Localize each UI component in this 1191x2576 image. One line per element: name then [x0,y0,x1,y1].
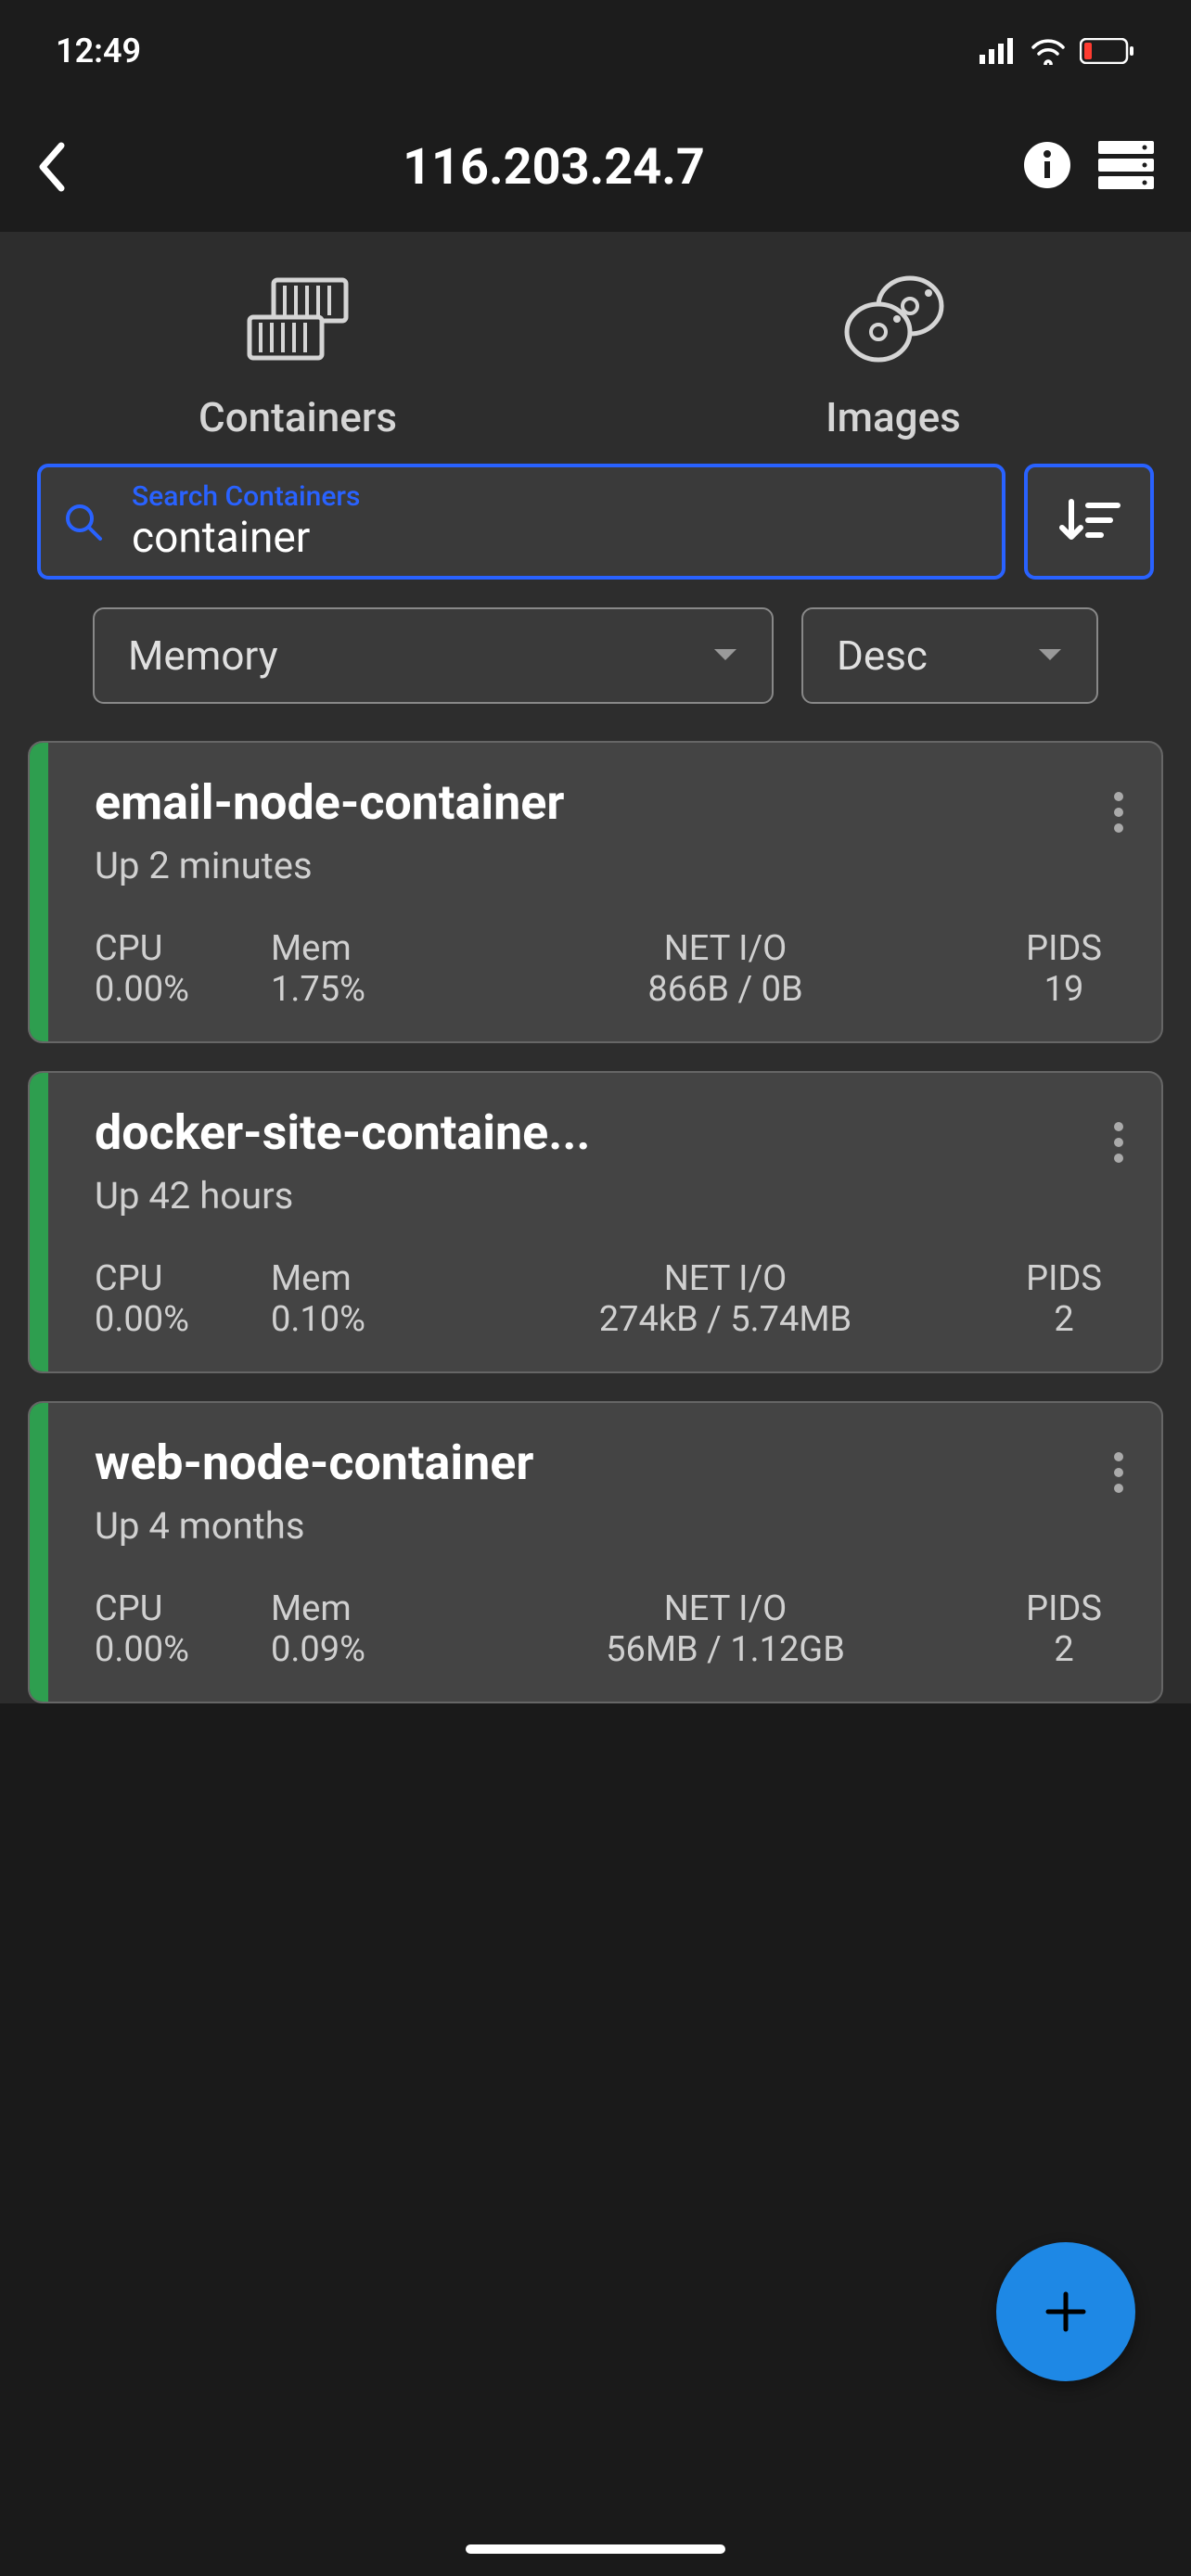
container-card[interactable]: web-node-container Up 4 months CPU0.00% … [28,1401,1163,1703]
stat-cpu-label: CPU [95,1258,162,1299]
container-name: email-node-container [95,774,976,831]
tab-containers[interactable]: Containers [0,250,596,464]
stat-mem-value: 1.75% [271,969,365,1010]
tab-bar: Containers Images [0,250,1191,464]
stat-pids-value: 19 [1044,969,1084,1010]
stat-net-label: NET I/O [664,928,788,969]
stat-cpu-label: CPU [95,1588,162,1629]
page-title: 116.203.24.7 [83,138,1024,197]
stat-net-value: 866B / 0B [647,969,802,1010]
home-indicator[interactable] [466,2544,725,2554]
container-status: Up 2 minutes [95,844,1124,887]
sort-field-dropdown[interactable]: Memory [93,607,774,704]
stat-pids-value: 2 [1054,1299,1073,1340]
search-label: Search Containers [132,480,980,513]
stat-pids-label: PIDS [1026,1588,1102,1629]
tab-images[interactable]: Images [596,250,1191,464]
signal-icon [980,38,1017,64]
header-bar: 116.203.24.7 [0,102,1191,232]
stat-pids-label: PIDS [1026,928,1102,969]
server-button[interactable] [1098,141,1154,193]
stat-pids-label: PIDS [1026,1258,1102,1299]
server-icon [1098,141,1154,189]
stat-mem-value: 0.09% [271,1629,365,1670]
stat-cpu-value: 0.00% [95,969,189,1010]
card-menu-button[interactable] [1113,1449,1124,1499]
images-icon [838,273,949,365]
sort-field-value: Memory [128,631,278,680]
tab-containers-label: Containers [198,393,397,441]
stat-cpu-value: 0.00% [95,1629,189,1670]
battery-icon [1080,38,1135,64]
sort-icon [1057,494,1121,550]
chevron-left-icon [37,142,67,192]
container-name: docker-site-containe... [95,1104,976,1161]
container-name: web-node-container [95,1435,976,1491]
info-icon [1024,142,1070,188]
card-menu-button[interactable] [1113,1119,1124,1169]
container-status: Up 42 hours [95,1174,1124,1218]
container-card[interactable]: docker-site-containe... Up 42 hours CPU0… [28,1071,1163,1373]
more-vertical-icon [1113,1449,1124,1496]
stat-cpu-value: 0.00% [95,1299,189,1340]
stat-cpu-label: CPU [95,928,162,969]
chevron-down-icon [1037,647,1063,664]
container-status: Up 4 months [95,1504,1124,1548]
stat-net-label: NET I/O [664,1588,788,1629]
wifi-icon [1030,37,1067,65]
stat-mem-label: Mem [271,1588,352,1629]
stat-net-label: NET I/O [664,1258,788,1299]
chevron-down-icon [712,647,738,664]
add-button[interactable] [996,2242,1135,2381]
info-button[interactable] [1024,142,1070,192]
stat-mem-value: 0.10% [271,1299,365,1340]
status-stripe [30,743,48,1041]
search-input[interactable]: Search Containers container [37,464,1005,580]
stat-net-value: 274kB / 5.74MB [599,1299,852,1340]
containers-icon [242,273,353,365]
back-button[interactable] [37,142,83,192]
sort-order-dropdown[interactable]: Desc [801,607,1098,704]
tab-images-label: Images [826,393,961,441]
sort-order-value: Desc [837,631,928,680]
stat-mem-label: Mem [271,928,352,969]
stat-pids-value: 2 [1054,1629,1073,1670]
card-menu-button[interactable] [1113,789,1124,839]
container-card[interactable]: email-node-container Up 2 minutes CPU0.0… [28,741,1163,1043]
status-bar: 12:49 [0,0,1191,102]
more-vertical-icon [1113,789,1124,835]
stat-net-value: 56MB / 1.12GB [606,1629,845,1670]
status-stripe [30,1403,48,1702]
status-icons [980,37,1135,65]
sort-toggle-button[interactable] [1024,464,1154,580]
status-time: 12:49 [56,32,141,70]
stat-mem-label: Mem [271,1258,352,1299]
search-value: container [132,513,980,563]
search-icon [63,502,104,542]
status-stripe [30,1073,48,1371]
plus-icon [1043,2289,1089,2335]
container-list: email-node-container Up 2 minutes CPU0.0… [0,741,1191,1703]
more-vertical-icon [1113,1119,1124,1166]
